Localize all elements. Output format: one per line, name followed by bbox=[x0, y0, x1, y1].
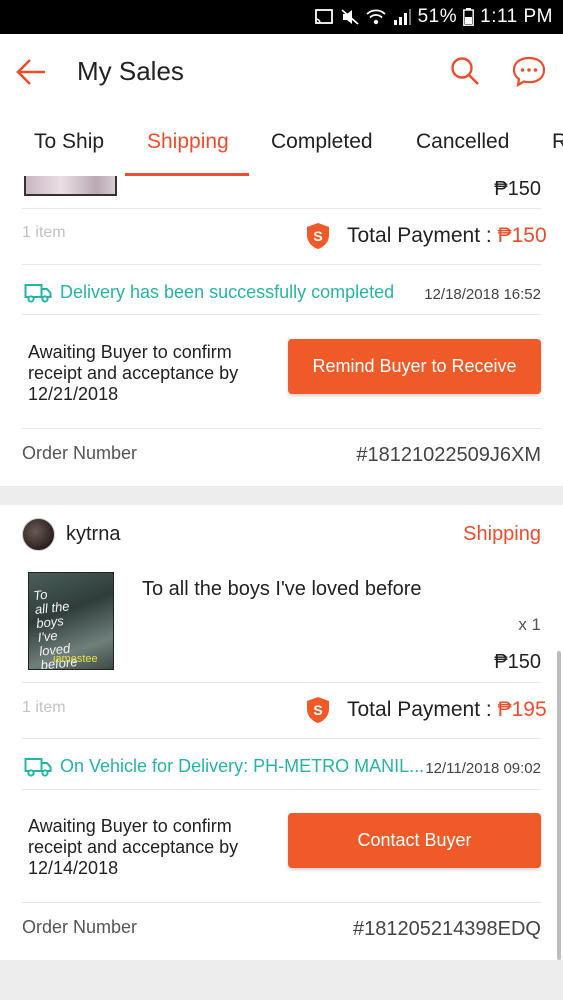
items-count: 1 item bbox=[22, 224, 66, 241]
truck-icon bbox=[24, 757, 52, 777]
battery-percent: 51% bbox=[417, 6, 458, 27]
divider bbox=[22, 738, 541, 739]
tab-cancelled[interactable]: Cancelled bbox=[416, 130, 509, 154]
awaiting-text: Awaiting Buyer to confirm receipt and ac… bbox=[28, 816, 239, 878]
search-icon[interactable] bbox=[448, 54, 482, 88]
items-count: 1 item bbox=[22, 699, 66, 716]
total-payment-value: ₱195 bbox=[497, 698, 547, 721]
avatar[interactable] bbox=[22, 518, 55, 551]
total-payment: Total Payment : ₱195 bbox=[347, 698, 547, 722]
divider bbox=[22, 314, 541, 315]
product-price: ₱150 bbox=[494, 178, 541, 200]
back-arrow-icon[interactable] bbox=[14, 54, 50, 90]
tab-return[interactable]: R bbox=[552, 130, 563, 154]
shield-icon: S bbox=[307, 223, 329, 249]
tab-bar: To Ship Shipping Completed Cancelled R bbox=[0, 110, 563, 176]
delivery-text: Delivery has been successfully completed bbox=[60, 282, 395, 302]
total-payment-label: Total Payment : bbox=[347, 224, 498, 247]
remind-buyer-button[interactable]: Remind Buyer to Receive bbox=[288, 339, 541, 394]
delivery-status[interactable]: Delivery has been successfully completed bbox=[24, 282, 394, 303]
divider bbox=[22, 264, 541, 265]
order-number-label: Order Number bbox=[22, 917, 138, 937]
page-title: My Sales bbox=[77, 56, 184, 86]
clock: 1:11 PM bbox=[480, 6, 553, 27]
svg-text:S: S bbox=[313, 702, 322, 718]
cast-icon bbox=[314, 9, 333, 24]
awaiting-text: Awaiting Buyer to confirm receipt and ac… bbox=[28, 342, 239, 404]
order-status: Shipping bbox=[463, 523, 541, 545]
tab-completed[interactable]: Completed bbox=[271, 130, 373, 154]
delivery-status[interactable]: On Vehicle for Delivery: PH-METRO MANIL.… bbox=[24, 756, 424, 777]
delivery-date: 12/18/2018 16:52 bbox=[424, 286, 541, 303]
delivery-text: On Vehicle for Delivery: PH-METRO MANIL.… bbox=[60, 756, 425, 776]
total-payment: Total Payment : ₱150 bbox=[347, 224, 547, 248]
battery-icon bbox=[463, 8, 475, 26]
product-thumbnail[interactable]: To all the boys I've loved before iamestee bbox=[28, 572, 114, 670]
watermark: iamestee bbox=[53, 653, 98, 665]
mute-icon bbox=[341, 9, 359, 25]
wifi-icon bbox=[365, 9, 386, 25]
total-payment-label: Total Payment : bbox=[347, 698, 498, 721]
scrollbar[interactable] bbox=[557, 651, 561, 960]
app-bar: My Sales bbox=[0, 34, 563, 110]
product-price: ₱150 bbox=[494, 651, 541, 673]
delivery-date: 12/11/2018 09:02 bbox=[425, 760, 541, 777]
chat-icon[interactable] bbox=[511, 54, 547, 88]
signal-icon bbox=[393, 9, 411, 25]
contact-buyer-button[interactable]: Contact Buyer bbox=[288, 813, 541, 868]
truck-icon bbox=[24, 283, 52, 303]
status-bar: 51% 1:11 PM bbox=[0, 0, 563, 34]
product-quantity: x 1 bbox=[518, 615, 541, 634]
order-card[interactable]: ₱150 1 item S Total Payment : ₱150 Deliv… bbox=[0, 176, 563, 486]
divider bbox=[22, 682, 541, 683]
order-card[interactable]: kytrna Shipping To all the boys I've loved be… bbox=[0, 505, 563, 960]
divider bbox=[22, 902, 541, 903]
order-number-label: Order Number bbox=[22, 443, 138, 463]
tab-shipping[interactable]: Shipping bbox=[147, 130, 229, 154]
buyer-name[interactable]: kytrna bbox=[66, 523, 120, 546]
total-payment-value: ₱150 bbox=[497, 224, 547, 247]
product-name[interactable]: To all the boys I've loved before bbox=[142, 578, 422, 601]
shield-icon: S bbox=[307, 697, 329, 723]
product-thumbnail[interactable] bbox=[24, 176, 117, 196]
order-number: #181205214398EDQ bbox=[353, 918, 541, 940]
divider bbox=[22, 208, 541, 209]
svg-text:S: S bbox=[313, 228, 322, 244]
divider bbox=[22, 789, 541, 790]
tab-to-ship[interactable]: To Ship bbox=[34, 130, 104, 154]
divider bbox=[22, 428, 541, 429]
order-number: #18121022509J6XM bbox=[356, 444, 541, 466]
